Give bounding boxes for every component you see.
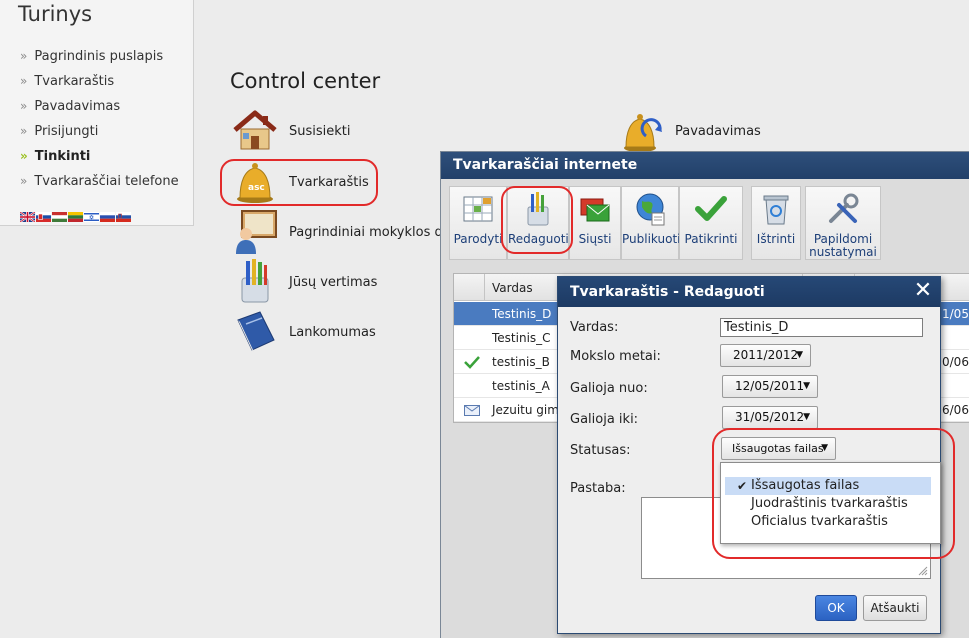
book-icon[interactable] [232,308,278,354]
flag-si-icon[interactable] [116,212,131,222]
published-check-icon [464,356,480,369]
control-center-title: Control center [230,69,381,93]
dialog-title: Tvarkaraštis - Redaguoti ✕ [558,277,940,307]
house-icon[interactable] [232,108,278,154]
flag-il-icon[interactable] [84,212,99,222]
statusas-label: Statusas: [570,443,631,458]
resize-grip-icon[interactable] [918,566,928,576]
flag-ru-icon[interactable] [100,212,115,222]
galioja-nuo-select[interactable]: 12/05/2011 ▼ [722,375,818,398]
window-title: Tvarkaraščiai internete [441,152,969,179]
sidebar-item-pavadavimas[interactable]: » Pavadavimas [20,99,120,114]
sidebar-item-pagrindinis[interactable]: » Pagrindinis puslapis [20,49,163,64]
pencils-icon[interactable] [232,258,278,304]
cc-item-pavadavimas[interactable]: Pavadavimas [675,124,761,139]
flag-sk-icon[interactable] [36,212,51,222]
siusti-button[interactable]: Siųsti [569,186,621,260]
papildomi-nustatymai-button[interactable]: Papildomi nustatymai [805,186,881,260]
pastaba-label: Pastaba: [570,481,626,496]
ok-button[interactable]: OK [815,595,857,621]
close-icon[interactable]: ✕ [912,280,934,302]
publikuoti-button[interactable]: Publikuoti [621,186,680,260]
cc-item-lankomumas[interactable]: Lankomumas [289,325,376,340]
istrinti-button[interactable]: Ištrinti [751,186,801,260]
sidebar-item-tinkinti[interactable]: » Tinkinti [20,149,90,164]
mail-icon [464,405,480,416]
patikrinti-button[interactable]: Patikrinti [679,186,743,260]
sidebar-item-tvarkarastis[interactable]: » Tvarkaraštis [20,74,114,89]
flag-uk-icon[interactable] [20,212,35,222]
galioja-iki-label: Galioja iki: [570,412,639,427]
tools-icon [829,193,859,223]
parodyti-button[interactable]: Parodyti [449,186,507,260]
sidebar-item-telefone[interactable]: » Tvarkaraščiai telefone [20,174,179,189]
grid-icon [463,196,493,222]
vardas-label: Vardas: [570,320,619,335]
chevron-right-icon: » [20,99,27,113]
teacher-icon[interactable] [232,208,278,254]
envelopes-icon [580,198,610,222]
chevron-down-icon: ▼ [803,412,810,422]
highlight-circle-status [712,428,955,559]
chevron-right-icon: » [20,74,27,88]
cc-item-susisiekti[interactable]: Susisiekti [289,124,351,139]
sidebar-title: Turinys [18,2,93,26]
chevron-down-icon: ▼ [803,381,810,391]
language-flags [20,212,131,222]
flag-hu-icon[interactable] [52,212,67,222]
vardas-input[interactable]: Testinis_D [720,318,923,337]
column-header-vardas[interactable]: Vardas [492,281,533,295]
checkmark-icon [695,196,727,221]
bell-arrows-icon[interactable] [620,108,666,154]
chevron-right-icon: » [20,49,27,63]
cc-item-vertimas[interactable]: Jūsų vertimas [289,275,377,290]
highlight-circle-tvarkarastis [220,159,378,206]
galioja-iki-select[interactable]: 31/05/2012 ▼ [722,406,818,429]
chevron-down-icon: ▼ [796,350,803,360]
sidebar-item-prisijungti[interactable]: » Prisijungti [20,124,98,139]
highlight-circle-redaguoti [501,186,573,254]
mokslo-metai-label: Mokslo metai: [570,349,661,364]
chevron-right-icon: » [20,149,28,163]
flag-lt-icon[interactable] [68,212,83,222]
cc-item-mokyklos[interactable]: Pagrindiniai mokyklos du [289,225,451,240]
chevron-right-icon: » [20,124,27,138]
galioja-nuo-label: Galioja nuo: [570,381,648,396]
cancel-button[interactable]: Atšaukti [863,595,927,621]
globe-icon [636,193,665,226]
recycle-bin-icon [763,195,789,225]
mokslo-metai-select[interactable]: 2011/2012 ▼ [720,344,811,367]
chevron-right-icon: » [20,174,27,188]
sidebar: Turinys » Pagrindinis puslapis » Tvarkaraš… [0,0,194,226]
